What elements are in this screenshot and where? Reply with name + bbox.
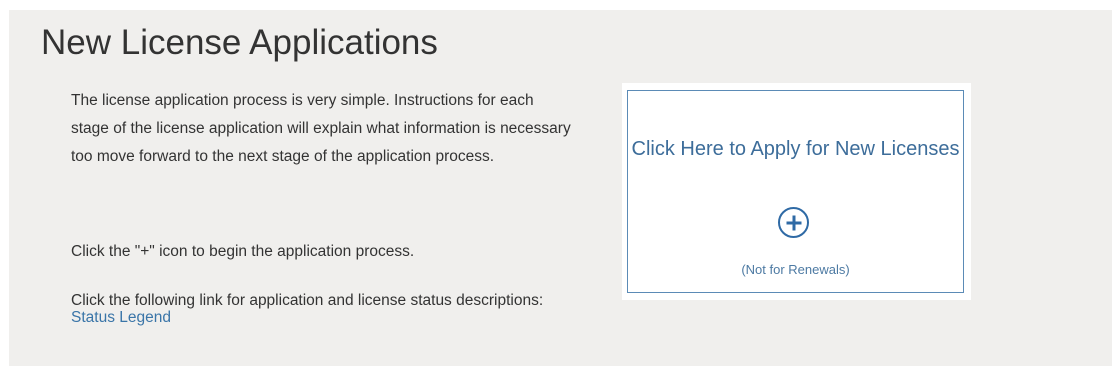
plus-circle-icon[interactable] — [778, 207, 809, 238]
status-legend-link[interactable]: Status Legend — [71, 309, 171, 326]
page-title: New License Applications — [41, 23, 438, 62]
content-panel: New License Applications The license app… — [9, 10, 1112, 366]
status-legend-paragraph: Click the following link for application… — [71, 292, 571, 326]
apply-card-title: Click Here to Apply for New Licenses — [631, 138, 960, 160]
status-legend-prefix: Click the following link for application… — [71, 292, 544, 309]
apply-card-note: (Not for Renewals) — [741, 262, 850, 277]
click-hint-text: Click the "+" icon to begin the applicat… — [71, 243, 415, 260]
apply-new-license-button[interactable]: Click Here to Apply for New Licenses (No… — [627, 90, 964, 293]
instructions-text: The license application process is very … — [71, 92, 571, 165]
apply-card: Click Here to Apply for New Licenses (No… — [622, 83, 971, 300]
